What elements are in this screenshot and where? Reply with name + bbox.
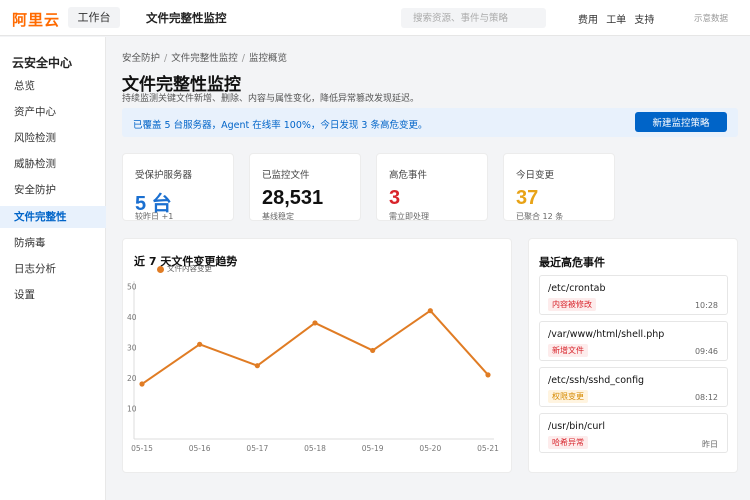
stat-sub: 基线稳定 (262, 212, 294, 221)
trend-chart-card: 10 20 30 40 50 05-15 05-16 05-17 05-18 05-19 05-20… (122, 238, 512, 473)
sidebar-item-protection[interactable]: 安全防护 (0, 179, 106, 201)
page-description: 持续监测关键文件新增、删除、内容与属性变化，降低异常篡改发现延迟。 (122, 94, 420, 104)
event-time: 昨日 (702, 440, 718, 449)
top-link-tickets[interactable]: 工单 (606, 15, 626, 26)
stat-sub: 需立即处理 (389, 212, 429, 221)
event-tag: 新增文件 (548, 344, 588, 357)
x-tick-label: 05-15 (131, 444, 153, 453)
app-title: 文件完整性监控 (146, 11, 227, 25)
y-tick-label: 20 (127, 374, 137, 383)
stat-sub: 较昨日 +1 (135, 212, 174, 221)
event-tag: 哈希异常 (548, 436, 588, 449)
stat-card-high-risk: 高危事件 3 需立即处理 (376, 153, 488, 221)
y-tick-label: 10 (127, 404, 137, 413)
sidebar-item-risk[interactable]: 风险检测 (0, 127, 106, 149)
stat-label: 高危事件 (389, 170, 428, 181)
sidebar-item-file-integrity[interactable]: 文件完整性 (0, 206, 106, 228)
x-tick-label: 05-16 (189, 444, 211, 453)
notice-text: 已覆盖 5 台服务器，Agent 在线率 100%，今日发现 3 条高危变更。 (133, 120, 428, 131)
event-time: 09:46 (694, 347, 718, 356)
y-tick-label: 40 (127, 313, 137, 322)
workbench-button[interactable]: 工作台 (68, 7, 120, 28)
event-path: /var/www/html/shell.php (548, 329, 665, 340)
stat-value: 37 (516, 187, 539, 209)
x-tick-label: 05-17 (246, 444, 268, 453)
top-link-billing[interactable]: 费用 (578, 15, 598, 26)
event-item[interactable]: /etc/ssh/sshd_config 权限变更 08:12 (539, 367, 728, 407)
event-time: 10:28 (694, 301, 718, 310)
create-policy-button[interactable]: 新建监控策略 (635, 112, 727, 132)
demo-data-label: 示意数据 (693, 14, 728, 24)
sidebar-item-logs[interactable]: 日志分析 (0, 258, 106, 280)
event-path: /usr/bin/curl (548, 421, 605, 432)
recent-events-card: 最近高危事件 /etc/crontab 内容被修改 10:28 /var/www… (528, 238, 738, 473)
sidebar-item-overview[interactable]: 总览 (0, 75, 106, 97)
event-tag: 权限变更 (548, 390, 588, 403)
stat-card-servers: 受保护服务器 5 台 较昨日 +1 (122, 153, 234, 221)
data-point (197, 341, 203, 347)
sidebar-item-settings[interactable]: 设置 (0, 284, 106, 306)
stat-value: 28,531 (262, 187, 324, 209)
stat-label: 今日变更 (516, 170, 555, 181)
event-time: 08:12 (694, 393, 718, 402)
event-path: /etc/ssh/sshd_config (548, 375, 645, 386)
sidebar: 云安全中心 总览 资产中心 风险检测 威胁检测 安全防护 文件完整性 防病毒 日… (0, 37, 106, 500)
chart-legend[interactable]: 文件内容变更 (157, 263, 212, 274)
data-point (312, 320, 318, 326)
aliyun-logo[interactable]: 阿里云 (12, 9, 60, 30)
legend-label: 文件内容变更 (167, 264, 212, 273)
event-item[interactable]: /var/www/html/shell.php 新增文件 09:46 (539, 321, 728, 361)
x-tick-label: 05-19 (362, 444, 384, 453)
top-links: 费用 工单 支持 (578, 11, 659, 26)
sidebar-item-threat[interactable]: 威胁检测 (0, 153, 106, 175)
data-point (370, 347, 376, 354)
stat-label: 已监控文件 (262, 170, 310, 181)
notice-banner: 已覆盖 5 台服务器，Agent 在线率 100%，今日发现 3 条高危变更。 … (122, 108, 738, 137)
trend-chart: 10 20 30 40 50 05-15 05-16 05-17 05-18 05-19 05-20… (127, 281, 499, 453)
breadcrumb-item[interactable]: 安全防护 (122, 53, 160, 64)
event-tag: 内容被修改 (548, 298, 596, 311)
event-path: /etc/crontab (548, 283, 606, 294)
stat-value: 3 (389, 187, 401, 209)
sidebar-item-antivirus[interactable]: 防病毒 (0, 232, 106, 254)
top-bar: 阿里云 工作台 文件完整性监控 费用 工单 支持 示意数据 (0, 0, 750, 36)
legend-dot-icon (157, 265, 164, 273)
top-link-support[interactable]: 支持 (634, 15, 654, 26)
breadcrumb-item: 监控概览 (248, 53, 287, 64)
search-input[interactable] (401, 8, 546, 28)
event-item[interactable]: /etc/crontab 内容被修改 10:28 (539, 275, 728, 315)
data-point (485, 372, 491, 378)
data-point (254, 363, 260, 369)
event-item[interactable]: /usr/bin/curl 哈希异常 昨日 (539, 413, 728, 453)
stat-card-files: 已监控文件 28,531 基线稳定 (249, 153, 361, 221)
sidebar-title: 云安全中心 (12, 56, 73, 70)
data-point (139, 381, 145, 387)
breadcrumb-item[interactable]: 文件完整性监控 (171, 53, 238, 64)
x-tick-label: 05-18 (304, 444, 326, 453)
breadcrumb: 安全防护 / 文件完整性监控 / 监控概览 (122, 53, 287, 64)
stat-card-today-changes: 今日变更 37 已聚合 12 条 (503, 153, 615, 221)
x-tick-label: 05-20 (419, 444, 441, 453)
events-title: 最近高危事件 (539, 256, 605, 269)
data-point (427, 308, 433, 314)
stat-label: 受保护服务器 (135, 170, 193, 181)
y-tick-label: 30 (127, 343, 137, 352)
sidebar-item-assets[interactable]: 资产中心 (0, 101, 106, 123)
x-tick-label: 05-21 (477, 444, 499, 453)
stat-sub: 已聚合 12 条 (516, 212, 564, 221)
y-tick-label: 50 (127, 282, 137, 291)
